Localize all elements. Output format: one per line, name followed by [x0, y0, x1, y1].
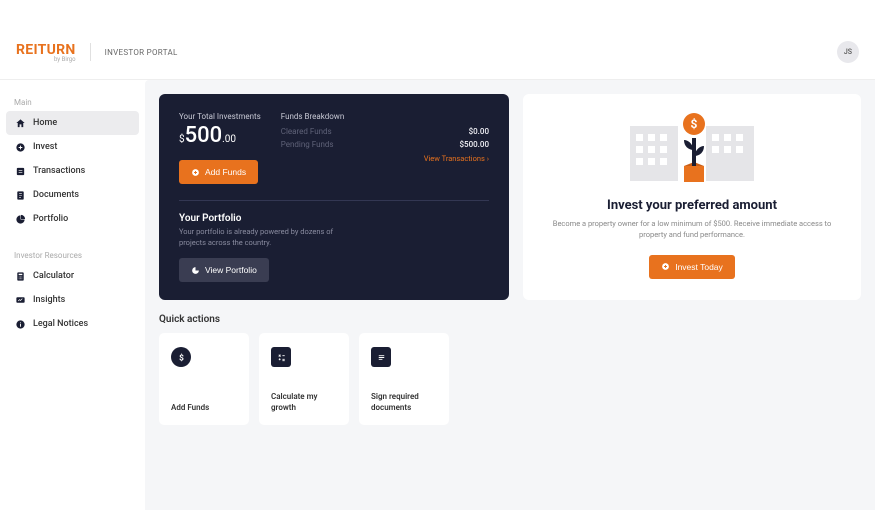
investments-card: Your Total Investments $ 500 .00 Add Fun…: [159, 94, 509, 300]
pending-value: $500.00: [459, 140, 489, 149]
quick-card-sign[interactable]: Sign required documents: [359, 333, 449, 425]
sidebar-item-transactions[interactable]: Transactions: [6, 159, 139, 183]
funds-breakdown: Funds Breakdown Cleared Funds $0.00 Pend…: [281, 112, 489, 184]
total-investments: Your Total Investments $ 500 .00 Add Fun…: [179, 112, 261, 184]
quick-card-calculate[interactable]: Calculate my growth: [259, 333, 349, 425]
cleared-label: Cleared Funds: [281, 127, 332, 136]
sidebar: Main Home Invest Transactions Documents …: [0, 80, 145, 510]
dollar-icon: $: [171, 347, 191, 367]
sidebar-item-label: Insights: [33, 295, 65, 305]
transactions-icon: [14, 165, 26, 177]
pie-chart-icon: [14, 213, 26, 225]
svg-text:$: $: [179, 352, 184, 363]
sidebar-item-legal[interactable]: Legal Notices: [6, 312, 139, 336]
sidebar-section-main: Main: [6, 92, 139, 111]
invest-today-button[interactable]: Invest Today: [649, 255, 735, 279]
sidebar-item-label: Portfolio: [33, 214, 68, 224]
plus-circle-icon: [14, 141, 26, 153]
calculator-icon: [14, 270, 26, 282]
avatar[interactable]: JS: [837, 41, 859, 63]
pie-chart-icon: [191, 266, 200, 275]
breakdown-row-cleared: Cleared Funds $0.00: [281, 125, 489, 138]
view-transactions-link[interactable]: View Transactions ›: [281, 154, 489, 163]
home-icon: [14, 117, 26, 129]
divider: [90, 43, 91, 61]
amount-decimal: .00: [222, 134, 236, 145]
sidebar-section-resources: Investor Resources: [6, 245, 139, 264]
portfolio-section: Your Portfolio Your portfolio is already…: [179, 200, 489, 282]
button-label: View Portfolio: [205, 265, 257, 275]
amount-integer: 500: [185, 123, 223, 148]
quick-label: Calculate my growth: [271, 392, 337, 413]
topbar-left: REITURN by Birgo INVESTOR PORTAL: [16, 42, 178, 63]
sidebar-item-documents[interactable]: Documents: [6, 183, 139, 207]
portfolio-title: Your Portfolio: [179, 213, 489, 224]
sidebar-item-invest[interactable]: Invest: [6, 135, 139, 159]
cta-title: Invest your preferred amount: [547, 198, 837, 213]
topbar: REITURN by Birgo INVESTOR PORTAL JS: [0, 25, 875, 80]
total-label: Your Total Investments: [179, 112, 261, 121]
sidebar-item-label: Documents: [33, 190, 79, 200]
cta-desc: Become a property owner for a low minimu…: [547, 218, 837, 241]
button-label: Invest Today: [675, 262, 723, 272]
quick-actions-row: $ Add Funds Calculate my growth Sign req…: [159, 333, 861, 425]
sidebar-item-label: Calculator: [33, 271, 74, 281]
sidebar-item-calculator[interactable]: Calculator: [6, 264, 139, 288]
insights-icon: [14, 294, 26, 306]
sidebar-item-home[interactable]: Home: [6, 111, 139, 135]
plus-circle-icon: [191, 168, 200, 177]
cleared-value: $0.00: [469, 127, 489, 136]
calculator-icon: [271, 347, 291, 367]
sidebar-item-label: Invest: [33, 142, 57, 152]
sidebar-item-label: Legal Notices: [33, 319, 88, 329]
portfolio-desc: Your portfolio is already powered by doz…: [179, 227, 359, 248]
quick-label: Sign required documents: [371, 392, 437, 413]
logo: REITURN by Birgo: [16, 42, 76, 63]
sidebar-item-label: Home: [33, 118, 57, 128]
invest-illustration: $: [547, 108, 837, 188]
view-portfolio-button[interactable]: View Portfolio: [179, 258, 269, 282]
info-icon: [14, 318, 26, 330]
svg-text:$: $: [691, 117, 698, 131]
breakdown-title: Funds Breakdown: [281, 112, 489, 121]
sidebar-item-insights[interactable]: Insights: [6, 288, 139, 312]
sidebar-item-label: Transactions: [33, 166, 85, 176]
total-amount: $ 500 .00: [179, 123, 261, 148]
button-label: Add Funds: [205, 167, 246, 177]
plus-circle-icon: [661, 262, 670, 271]
breakdown-row-pending: Pending Funds $500.00: [281, 138, 489, 151]
pending-label: Pending Funds: [281, 140, 334, 149]
main-content: Your Total Investments $ 500 .00 Add Fun…: [145, 80, 875, 510]
document-icon: [14, 189, 26, 201]
quick-label: Add Funds: [171, 403, 237, 413]
quick-card-add-funds[interactable]: $ Add Funds: [159, 333, 249, 425]
quick-actions-title: Quick actions: [159, 314, 861, 325]
add-funds-button[interactable]: Add Funds: [179, 160, 258, 184]
portal-label: INVESTOR PORTAL: [105, 48, 178, 57]
invest-cta-card: $ Invest your preferred amount Become a …: [523, 94, 861, 300]
sidebar-item-portfolio[interactable]: Portfolio: [6, 207, 139, 231]
document-icon: [371, 347, 391, 367]
